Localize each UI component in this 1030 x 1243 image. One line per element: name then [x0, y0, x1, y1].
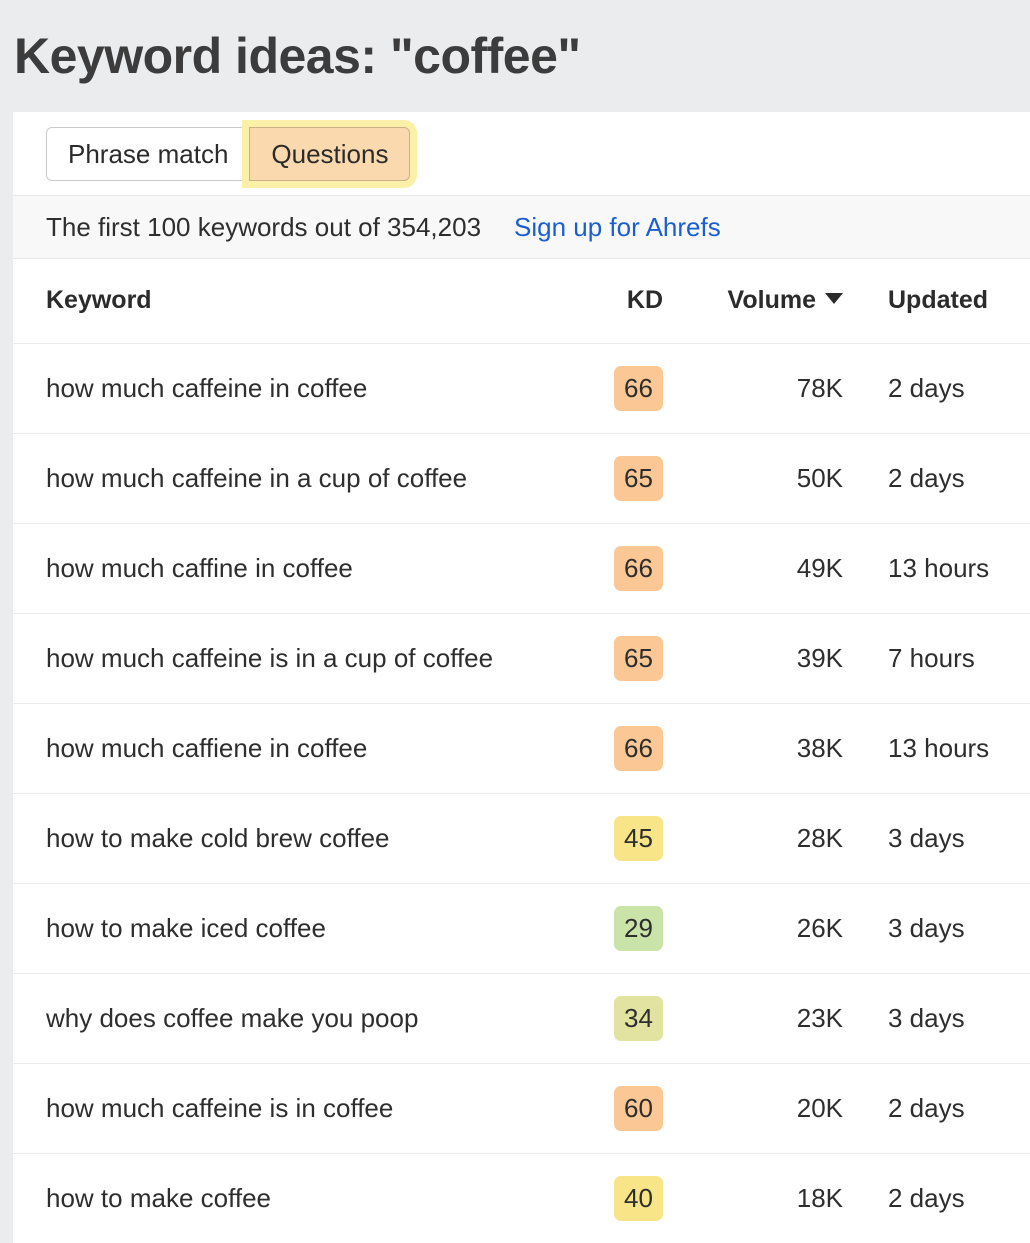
column-header-kd[interactable]: KD	[578, 259, 678, 343]
table-row[interactable]: how much caffeine in a cup of coffee 65 50…	[13, 433, 1030, 523]
cell-updated: 2 days	[863, 433, 1030, 523]
cell-volume: 28K	[678, 793, 863, 883]
table-row[interactable]: why does coffee make you poop 34 23K3 days	[13, 973, 1030, 1063]
cell-updated: 3 days	[863, 883, 1030, 973]
cell-updated: 3 days	[863, 793, 1030, 883]
page-header: Keyword ideas: "coffee"	[0, 0, 1030, 112]
cell-kd: 66	[578, 703, 678, 793]
cell-volume: 49K	[678, 523, 863, 613]
match-type-toolbar: Phrase match Questions	[13, 112, 1030, 195]
cell-keyword[interactable]: how much caffine in coffee	[13, 523, 578, 613]
cell-volume: 26K	[678, 883, 863, 973]
cell-updated: 2 days	[863, 343, 1030, 433]
cell-updated: 3 days	[863, 973, 1030, 1063]
cell-keyword[interactable]: how to make iced coffee	[13, 883, 578, 973]
cell-kd: 40	[578, 1153, 678, 1243]
cell-keyword[interactable]: how much caffiene in coffee	[13, 703, 578, 793]
kd-badge: 65	[614, 456, 663, 501]
table-row[interactable]: how to make iced coffee 29 26K3 days	[13, 883, 1030, 973]
cell-volume: 50K	[678, 433, 863, 523]
kd-badge: 66	[614, 726, 663, 771]
kd-badge: 29	[614, 906, 663, 951]
signup-link[interactable]: Sign up for Ahrefs	[514, 212, 721, 243]
kd-badge: 40	[614, 1176, 663, 1221]
kd-badge: 65	[614, 636, 663, 681]
page-title: Keyword ideas: "coffee"	[14, 31, 581, 81]
keyword-ideas-table: Keyword KD Volume Updated how much caffe…	[13, 259, 1030, 1243]
table-row[interactable]: how much caffiene in coffee 66 38K13 hours	[13, 703, 1030, 793]
cell-kd: 66	[578, 343, 678, 433]
table-row[interactable]: how much caffeine in coffee 66 78K2 days	[13, 343, 1030, 433]
table-row[interactable]: how to make cold brew coffee 45 28K3 days	[13, 793, 1030, 883]
column-header-updated[interactable]: Updated	[863, 259, 1030, 343]
cell-kd: 45	[578, 793, 678, 883]
column-header-keyword[interactable]: Keyword	[13, 259, 578, 343]
cell-updated: 13 hours	[863, 523, 1030, 613]
kd-badge: 34	[614, 996, 663, 1041]
match-type-toggle-group: Phrase match Questions	[46, 127, 410, 181]
cell-kd: 34	[578, 973, 678, 1063]
cell-keyword[interactable]: how to make cold brew coffee	[13, 793, 578, 883]
cell-kd: 65	[578, 613, 678, 703]
cell-volume: 38K	[678, 703, 863, 793]
cell-kd: 65	[578, 433, 678, 523]
results-info-strip: The first 100 keywords out of 354,203 Si…	[13, 195, 1030, 259]
kd-badge: 66	[614, 546, 663, 591]
table-body: how much caffeine in coffee6678K2 daysho…	[13, 343, 1030, 1243]
kd-badge: 66	[614, 366, 663, 411]
cell-keyword[interactable]: why does coffee make you poop	[13, 973, 578, 1063]
cell-kd: 29	[578, 883, 678, 973]
cell-keyword[interactable]: how much caffeine is in coffee	[13, 1063, 578, 1153]
kd-badge: 60	[614, 1086, 663, 1131]
table-row[interactable]: how to make coffee 40 18K2 days	[13, 1153, 1030, 1243]
cell-updated: 7 hours	[863, 613, 1030, 703]
cell-volume: 78K	[678, 343, 863, 433]
kd-badge: 45	[614, 816, 663, 861]
cell-keyword[interactable]: how much caffeine is in a cup of coffee	[13, 613, 578, 703]
toggle-phrase-match[interactable]: Phrase match	[46, 127, 249, 181]
cell-updated: 2 days	[863, 1153, 1030, 1243]
cell-volume: 39K	[678, 613, 863, 703]
table-row[interactable]: how much caffeine is in a cup of coffee 6…	[13, 613, 1030, 703]
table-row[interactable]: how much caffeine is in coffee 60 20K2 day…	[13, 1063, 1030, 1153]
cell-keyword[interactable]: how much caffeine in coffee	[13, 343, 578, 433]
cell-kd: 60	[578, 1063, 678, 1153]
caret-down-icon	[825, 293, 843, 304]
table-row[interactable]: how much caffine in coffee 66 49K13 hours	[13, 523, 1030, 613]
cell-keyword[interactable]: how to make coffee	[13, 1153, 578, 1243]
table-header-row: Keyword KD Volume Updated	[13, 259, 1030, 343]
toggle-questions[interactable]: Questions	[249, 127, 410, 181]
cell-volume: 23K	[678, 973, 863, 1063]
cell-volume: 18K	[678, 1153, 863, 1243]
cell-volume: 20K	[678, 1063, 863, 1153]
cell-updated: 2 days	[863, 1063, 1030, 1153]
column-header-volume[interactable]: Volume	[678, 259, 863, 343]
results-count-text: The first 100 keywords out of 354,203	[46, 212, 481, 243]
cell-keyword[interactable]: how much caffeine in a cup of coffee	[13, 433, 578, 523]
cell-updated: 13 hours	[863, 703, 1030, 793]
results-card: Phrase match Questions The first 100 key…	[13, 112, 1030, 1243]
cell-kd: 66	[578, 523, 678, 613]
column-header-volume-label: Volume	[728, 286, 816, 315]
